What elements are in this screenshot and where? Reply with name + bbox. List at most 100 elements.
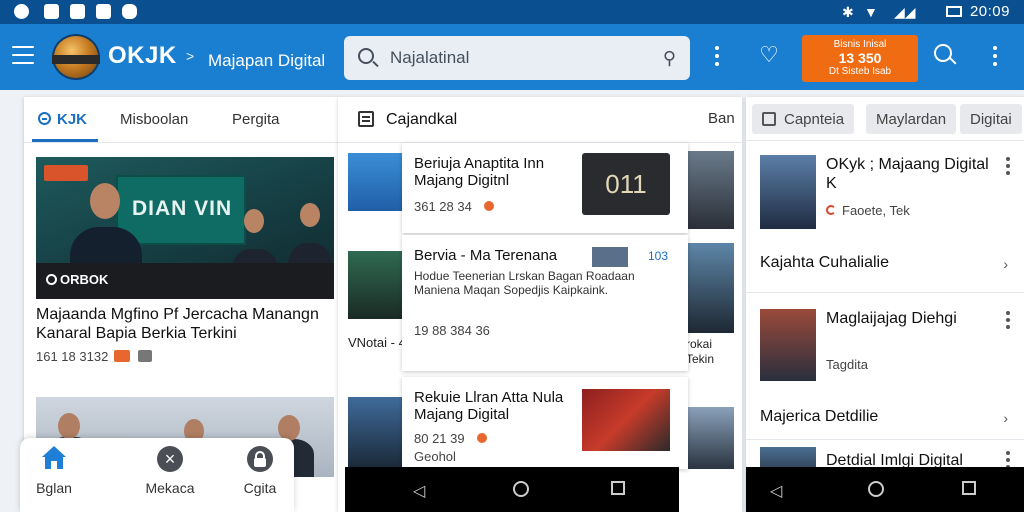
news-card[interactable]: Bervia - Ma Terenana Hodue Teenerian Lrs… [402, 235, 688, 371]
person-head [244, 209, 264, 233]
article-caption[interactable]: VNotai - 4 [348, 335, 406, 350]
more-options-icon[interactable] [1006, 157, 1010, 175]
article-meta: Tagdita [826, 357, 868, 372]
close-icon: × [157, 446, 183, 472]
share-icon[interactable] [138, 350, 153, 362]
news-app-icon [44, 4, 59, 19]
tab-misboolan[interactable]: Misboolan [120, 111, 188, 128]
tab-bar: KJK Misboolan Pergita [24, 97, 338, 143]
wifi-icon: ▼ [864, 4, 878, 20]
chevron-right-icon: > [186, 48, 195, 64]
news-card[interactable]: Beriuja Anaptita Inn Majang Digitnl 361 … [402, 143, 688, 233]
chip-capnteia[interactable]: Capnteia [752, 104, 855, 134]
article-thumbnail[interactable] [348, 153, 402, 211]
search-bar[interactable]: ⚲ [344, 36, 690, 80]
card-title: Rekuie Llran Atta Nula Majang Digital [414, 389, 564, 423]
more-options-icon[interactable] [1006, 311, 1010, 329]
nav-home-label: Bglan [36, 480, 72, 496]
nav-lock[interactable]: Cgita [220, 446, 300, 496]
nav-close[interactable]: × Mekaca [130, 446, 210, 496]
system-navigation-bar: ◁ [345, 467, 679, 512]
home-button-icon[interactable] [513, 481, 529, 497]
article-title[interactable]: OKyk ; Majaang Digital K [826, 155, 994, 193]
chip-maylardan[interactable]: Maylardan [866, 104, 957, 134]
refresh-icon [826, 205, 836, 215]
nav-home[interactable]: Bglan [14, 446, 94, 496]
backdrop-text: DIAN VIN [132, 197, 233, 220]
tab-pergita[interactable]: Pergita [232, 111, 280, 128]
menu-icon[interactable] [12, 46, 34, 64]
news-app-icon [96, 4, 111, 19]
card-subtitle: Geohol [414, 449, 456, 464]
breadcrumb[interactable]: Majapan Digital [208, 51, 325, 71]
article-meta: Faoete, Tek [826, 203, 910, 218]
side-label[interactable]: Ban [708, 110, 735, 127]
document-icon [358, 111, 374, 127]
article-thumbnail[interactable] [760, 309, 816, 381]
more-options-icon[interactable] [714, 46, 720, 68]
status-time: 20:09 [969, 3, 1010, 20]
promo-line3: Dt Sisteb Isab [828, 66, 892, 77]
article-title[interactable]: Majaanda Mgfino Pf Jercacha Manangn Kana… [36, 305, 332, 343]
chip-bar: Capnteia Maylardan Digitai [746, 97, 1024, 141]
chevron-right-icon[interactable]: › [1003, 256, 1008, 272]
tab-kjk[interactable]: KJK [38, 111, 87, 128]
chevron-right-icon[interactable]: › [1003, 410, 1008, 426]
card-meta: 361 28 34 [414, 199, 494, 214]
hero-image[interactable]: DIAN VIN ORBOK [36, 157, 334, 299]
bottom-navigation: Bglan × Mekaca Cgita [20, 438, 294, 512]
card-thumbnail [592, 247, 628, 267]
promo-button[interactable]: Bisnis Inisal 13 350 Dt Sisteb Isab [802, 35, 918, 82]
search-input[interactable] [390, 46, 630, 70]
panel-header: Cajandkal [338, 97, 742, 143]
person-head [90, 183, 120, 219]
battery-icon [946, 6, 962, 17]
hero-watermark: ORBOK [46, 272, 108, 287]
section-link[interactable]: Majerica Detdilie [760, 408, 878, 426]
promo-line1: Bisnis Inisal [833, 39, 887, 50]
favorite-icon[interactable]: ♡ [758, 44, 780, 66]
remove-circle-icon [38, 112, 51, 125]
news-card[interactable]: Rekuie Llran Atta Nula Majang Digital 80… [402, 377, 688, 469]
recents-icon[interactable] [611, 481, 625, 495]
article-thumbnail[interactable] [760, 155, 816, 229]
article-title[interactable]: Maglaijajag Diehgi [826, 309, 994, 328]
card-thumbnail: 011 [582, 153, 670, 215]
nav-close-label: Mekaca [145, 480, 195, 496]
article-thumbnail[interactable] [348, 251, 402, 319]
back-icon[interactable]: ◁ [770, 481, 782, 501]
divider [746, 292, 1024, 293]
home-button-icon[interactable] [868, 481, 884, 497]
article-thumbnail[interactable] [688, 243, 734, 333]
brand-logo [52, 34, 100, 80]
article-caption[interactable]: rokai Tekin [686, 337, 736, 367]
app-bar: OKJK > Majapan Digital ⚲ ♡ Bisnis Inisal… [0, 24, 1024, 90]
live-dot-icon [476, 433, 487, 443]
home-icon [41, 446, 67, 472]
overflow-menu-icon[interactable] [992, 46, 998, 68]
promo-line2: 13 350 [838, 50, 882, 66]
card-title: Beriuja Anaptita Inn Majang Digitnl [414, 155, 545, 189]
search-button-icon[interactable] [934, 44, 957, 66]
article-meta-text: Faoete, Tek [842, 203, 910, 218]
person-head [58, 413, 80, 439]
back-icon[interactable]: ◁ [413, 481, 425, 501]
card-meta: 80 21 39 [414, 431, 487, 446]
article-thumbnail[interactable] [348, 397, 402, 467]
article-thumbnail[interactable] [688, 407, 734, 469]
card-title: Bervia - Ma Terenana [414, 247, 558, 264]
tab-label: KJK [57, 111, 88, 128]
lock-icon [247, 446, 273, 472]
article-meta-text: 161 18 3132 [36, 349, 109, 364]
card-thumbnail-text: 011 [605, 169, 647, 199]
chip-label: Capnteia [784, 111, 845, 128]
signal-icon: ◢◢ [894, 4, 916, 20]
section-link[interactable]: Kajahta Cuhalialie [760, 254, 889, 272]
live-dot-icon [483, 201, 494, 211]
gallery-icon [70, 4, 85, 19]
voice-search-icon[interactable]: ⚲ [663, 48, 676, 69]
recents-icon[interactable] [962, 481, 976, 495]
article-thumbnail[interactable] [688, 151, 734, 229]
chip-digitai[interactable]: Digitai [960, 104, 1022, 134]
card-meta-text: 361 28 34 [414, 199, 472, 214]
